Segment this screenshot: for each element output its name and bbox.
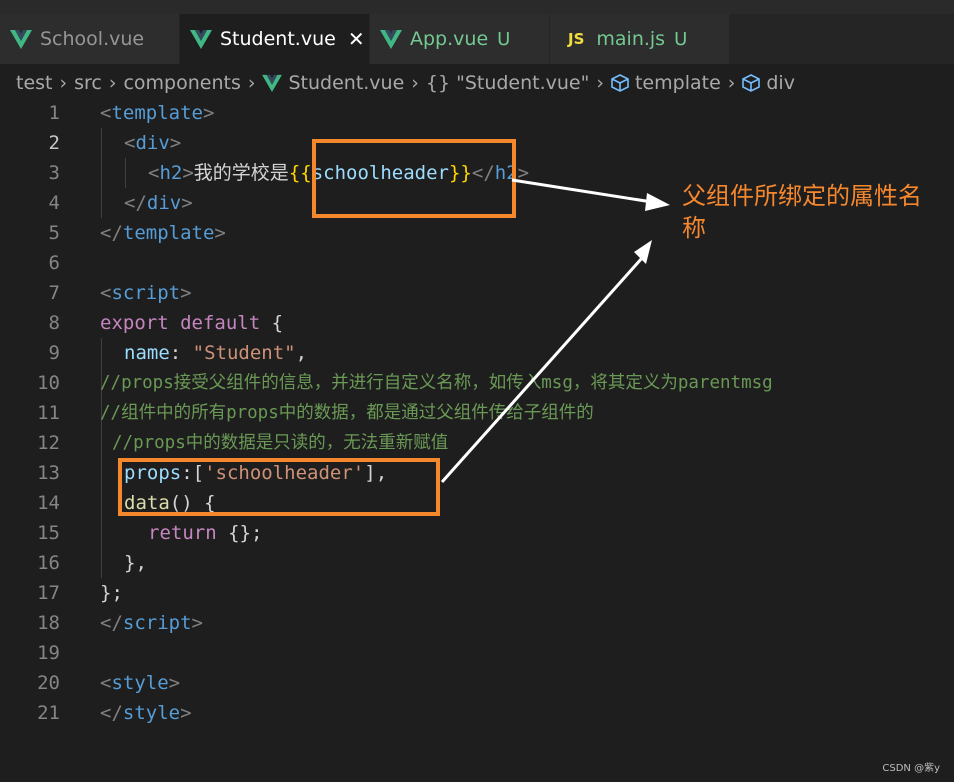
arrowhead	[634, 240, 652, 264]
annotation-label: 父组件所绑定的属性名称	[682, 182, 922, 242]
arrow-line	[511, 178, 653, 204]
watermark: CSDN @紫y	[882, 763, 940, 774]
annotation-arrows	[440, 178, 670, 483]
arrow-line	[440, 257, 644, 483]
arrowhead	[645, 193, 670, 211]
